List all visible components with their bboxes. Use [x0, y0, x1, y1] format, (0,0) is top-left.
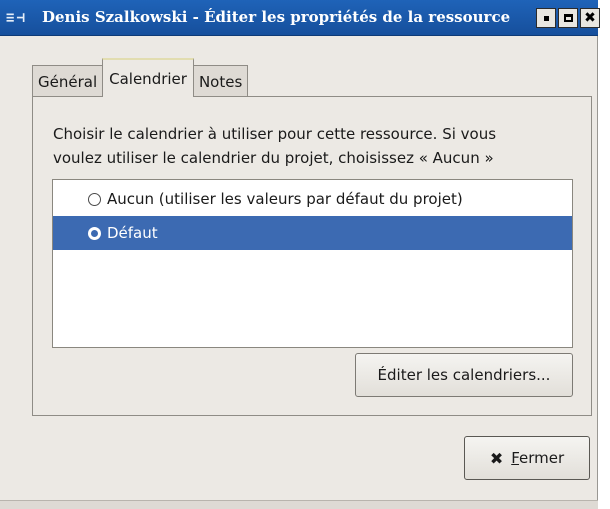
description-line-1: Choisir le calendrier à utiliser pour ce… [53, 125, 497, 143]
dialog-window: ≡ ⊣ Denis Szalkowski - Éditer les proprié… [0, 0, 600, 509]
description-line-2: voulez utiliser le calendrier du projet,… [53, 149, 494, 167]
list-item-aucun[interactable]: Aucun (utiliser les valeurs par défaut d… [53, 182, 572, 216]
minimize-icon [543, 15, 549, 21]
radio-unselected-icon[interactable] [88, 192, 101, 206]
close-label-rest: ermer [519, 449, 565, 467]
close-window-button[interactable]: ✖ [580, 8, 600, 28]
calendar-description: Choisir le calendrier à utiliser pour ce… [53, 122, 583, 170]
tab-bar: Général Calendrier Notes [32, 58, 249, 97]
edit-calendars-button[interactable]: Éditer les calendriers... [355, 353, 573, 397]
bottom-edge [0, 500, 598, 509]
minimize-button[interactable] [536, 8, 556, 28]
close-mnemonic: F [511, 449, 520, 467]
close-button-label: Fermer [511, 449, 564, 467]
list-item-defaut[interactable]: Défaut [53, 216, 572, 250]
menu-lines-icon: ≡ [6, 10, 15, 26]
pin-icon: ⊣ [16, 10, 25, 26]
title-bar[interactable]: ≡ ⊣ Denis Szalkowski - Éditer les proprié… [0, 0, 600, 36]
tab-calendrier[interactable]: Calendrier [102, 58, 194, 97]
list-item-label: Défaut [107, 224, 158, 242]
close-button[interactable]: ✖ Fermer [464, 436, 590, 480]
window-menu-icon[interactable]: ≡ ⊣ [6, 10, 25, 26]
tab-general[interactable]: Général [32, 65, 104, 97]
calendar-list[interactable]: Aucun (utiliser les valeurs par défaut d… [52, 179, 573, 348]
list-item-label: Aucun (utiliser les valeurs par défaut d… [107, 190, 463, 208]
radio-selected-icon[interactable] [88, 226, 101, 240]
maximize-button[interactable] [558, 8, 578, 28]
window-title: Denis Szalkowski - Éditer les propriétés… [42, 8, 511, 26]
maximize-icon [563, 14, 573, 22]
close-icon: ✖ [584, 10, 596, 26]
close-icon: ✖ [489, 448, 504, 468]
calendar-panel: Choisir le calendrier à utiliser pour ce… [32, 96, 592, 416]
tab-notes[interactable]: Notes [192, 65, 249, 97]
